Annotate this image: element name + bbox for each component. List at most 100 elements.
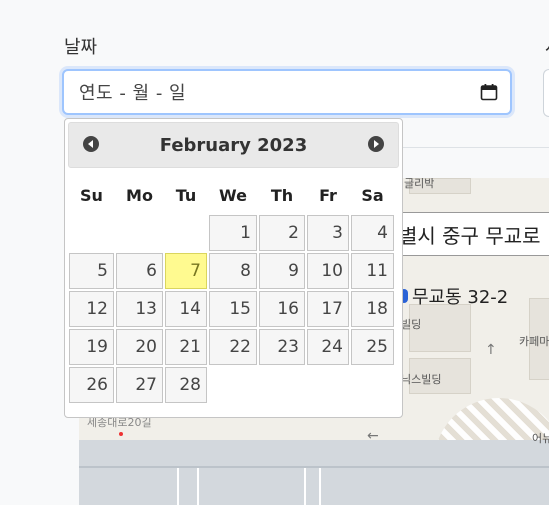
address-result[interactable]: 무교동 32-2 — [400, 283, 508, 309]
day-button-today[interactable]: 7 — [165, 253, 207, 289]
map-road-line — [79, 466, 549, 468]
day-button[interactable]: 23 — [259, 329, 305, 365]
weekday-header: Su — [80, 185, 103, 205]
day-cell: 16 — [258, 290, 306, 328]
day-button[interactable]: 18 — [351, 291, 394, 327]
day-cell — [350, 366, 395, 404]
day-button[interactable]: 24 — [307, 329, 349, 365]
map-arrow-left-icon: ← — [367, 428, 379, 444]
day-cell: 27 — [115, 366, 164, 404]
prev-month-button[interactable] — [83, 136, 99, 152]
day-button[interactable]: 3 — [307, 215, 349, 251]
day-button[interactable]: 4 — [351, 215, 394, 251]
divider — [400, 147, 549, 148]
day-button[interactable]: 16 — [259, 291, 305, 327]
day-button[interactable]: 10 — [307, 253, 349, 289]
day-button[interactable]: 5 — [69, 253, 114, 289]
day-cell — [115, 214, 164, 252]
map-label: 카페마 — [519, 335, 549, 348]
day-button[interactable]: 26 — [69, 367, 114, 403]
day-button[interactable]: 19 — [69, 329, 114, 365]
day-cell: 3 — [306, 214, 350, 252]
day-cell: 24 — [306, 328, 350, 366]
day-button[interactable]: 15 — [209, 291, 257, 327]
chevron-left-icon — [88, 140, 93, 148]
day-cell: 17 — [306, 290, 350, 328]
day-button[interactable]: 14 — [165, 291, 207, 327]
map-arrow-up-icon: ↑ — [485, 342, 497, 358]
day-button[interactable]: 9 — [259, 253, 305, 289]
datepicker-popup: February 2023 Su Mo Tu We Th Fr Sa 1 2 3 4 5 6 7 8 9 10 1… — [64, 118, 403, 418]
day-cell: 21 — [164, 328, 208, 366]
day-cell — [164, 214, 208, 252]
day-cell: 9 — [258, 252, 306, 290]
weekday-header: Th — [270, 185, 294, 205]
day-cell — [208, 366, 258, 404]
date-input[interactable]: 연도 - 월 - 일 — [62, 69, 512, 115]
day-button[interactable]: 11 — [351, 253, 394, 289]
day-cell — [258, 366, 306, 404]
date-input-placeholder: 연도 - 월 - 일 — [79, 83, 187, 104]
weekday-header: Mo — [126, 185, 153, 205]
day-button[interactable]: 2 — [259, 215, 305, 251]
day-cell: 19 — [68, 328, 115, 366]
date-field-label: 날짜 — [64, 37, 98, 58]
day-cell: 15 — [208, 290, 258, 328]
day-cell: 1 — [208, 214, 258, 252]
address-search-box[interactable]: 별시 중구 무교로 — [392, 212, 549, 256]
map-label: 글리박 — [404, 178, 435, 190]
next-field-label: 사 — [545, 33, 549, 59]
day-cell: 18 — [350, 290, 395, 328]
day-cell: 11 — [350, 252, 395, 290]
map-road-mark — [177, 468, 179, 505]
day-button[interactable]: 13 — [116, 291, 163, 327]
day-cell: 20 — [115, 328, 164, 366]
day-button[interactable]: 21 — [165, 329, 207, 365]
day-cell: 4 — [350, 214, 395, 252]
datepicker-title: February 2023 — [159, 134, 308, 156]
day-cell — [68, 214, 115, 252]
map-road-mark — [319, 468, 321, 505]
weekday-header: Tu — [175, 185, 197, 205]
next-month-button[interactable] — [368, 136, 384, 152]
map-label: 닉스빌딩 — [401, 373, 442, 386]
weekday-header: We — [219, 185, 247, 205]
day-button[interactable]: 8 — [209, 253, 257, 289]
map-label: 어뉴 — [532, 432, 549, 445]
next-field-input[interactable] — [543, 69, 549, 117]
day-button[interactable]: 1 — [209, 215, 257, 251]
day-button[interactable]: 27 — [116, 367, 163, 403]
weekday-header: Fr — [319, 185, 337, 205]
day-cell: 28 — [164, 366, 208, 404]
day-button[interactable]: 6 — [116, 253, 163, 289]
map-marker-dot — [119, 432, 123, 436]
day-button[interactable]: 22 — [209, 329, 257, 365]
day-button[interactable]: 20 — [116, 329, 163, 365]
day-button[interactable]: 28 — [165, 367, 207, 403]
address-result-text: 무교동 32-2 — [412, 287, 509, 308]
datepicker-header: February 2023 — [68, 122, 399, 168]
day-cell: 22 — [208, 328, 258, 366]
map-road-mark — [304, 468, 306, 505]
calendar-icon[interactable] — [480, 83, 498, 101]
map-road-mark — [197, 468, 199, 505]
day-cell: 6 — [115, 252, 164, 290]
day-cell: 13 — [115, 290, 164, 328]
day-button[interactable]: 12 — [69, 291, 114, 327]
day-cell: 7 — [164, 252, 208, 290]
day-cell: 26 — [68, 366, 115, 404]
day-cell: 2 — [258, 214, 306, 252]
day-cell: 5 — [68, 252, 115, 290]
day-cell: 12 — [68, 290, 115, 328]
datepicker-calendar: Su Mo Tu We Th Fr Sa 1 2 3 4 5 6 7 8 9 10 11 12 13 14 15 16 17 1… — [68, 176, 399, 404]
day-cell: 14 — [164, 290, 208, 328]
day-cell: 8 — [208, 252, 258, 290]
day-cell — [306, 366, 350, 404]
day-button[interactable]: 17 — [307, 291, 349, 327]
chevron-right-icon — [374, 140, 379, 148]
map-label: 빌딩 — [401, 318, 422, 331]
map-road — [79, 440, 549, 505]
weekday-header: Sa — [361, 185, 384, 205]
day-cell: 23 — [258, 328, 306, 366]
day-button[interactable]: 25 — [351, 329, 394, 365]
